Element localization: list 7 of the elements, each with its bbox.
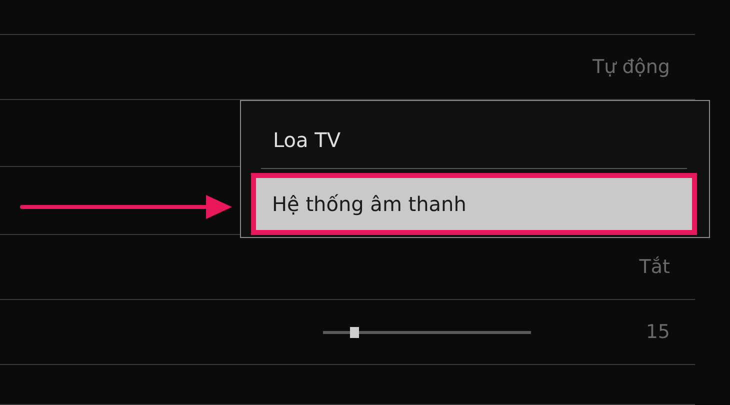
- slider-thumb[interactable]: [350, 326, 359, 338]
- setting-value: Tắt: [639, 256, 670, 278]
- menu-item[interactable]: Loa TV: [261, 111, 687, 169]
- arrow-icon: [20, 194, 234, 220]
- slider-value: 15: [646, 321, 670, 343]
- setting-value: Tự động: [592, 56, 670, 78]
- menu-item[interactable]: Hệ thống âm thanh: [251, 173, 697, 235]
